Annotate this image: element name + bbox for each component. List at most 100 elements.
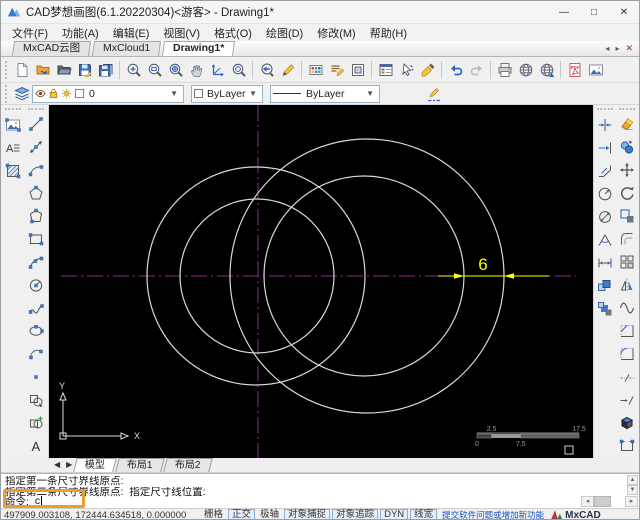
offset-button[interactable] [617, 229, 638, 250]
doc-tab-MxCAD云图[interactable]: MxCAD云图 [12, 41, 91, 56]
redo-button[interactable] [466, 59, 487, 80]
matchprop-button[interactable] [417, 59, 438, 80]
polyline2-button[interactable] [25, 206, 46, 227]
dim-radius-button[interactable] [595, 183, 616, 204]
ellipse-button[interactable] [25, 320, 46, 341]
scroll-up-icon[interactable]: ▲ [627, 475, 638, 485]
layer-on-icon[interactable] [35, 88, 46, 99]
tab-scroll-left-icon[interactable]: ◂ [602, 44, 612, 53]
scrollbar-track[interactable] [611, 496, 625, 507]
menu-item-2[interactable]: 编辑(E) [106, 25, 157, 41]
scale-button[interactable] [617, 206, 638, 227]
chevron-down-icon[interactable]: ▼ [246, 89, 260, 98]
trim-button[interactable] [595, 114, 616, 135]
arc-button[interactable] [25, 160, 46, 181]
toolbar-drag-handle[interactable] [5, 108, 21, 112]
status-toggle-栅格[interactable]: 栅格 [201, 509, 226, 520]
new-file-button[interactable] [11, 59, 32, 80]
scroll-right-icon[interactable]: ▸ [625, 496, 638, 507]
toolbar-drag-handle[interactable] [619, 108, 635, 112]
open-folder-button[interactable] [53, 59, 74, 80]
toolbar-drag-handle[interactable] [5, 85, 9, 103]
command-hscrollbar[interactable]: ◂ ▸ [581, 496, 638, 507]
layer-manager-button[interactable] [375, 59, 396, 80]
status-toggle-对象追踪[interactable]: 对象追踪 [332, 509, 378, 520]
polygon-button[interactable] [25, 183, 46, 204]
status-toggle-对象捕捉[interactable]: 对象捕捉 [284, 509, 330, 520]
draw-2d-button[interactable] [277, 59, 298, 80]
point-button[interactable] [25, 366, 46, 387]
tab-close-icon[interactable]: ✕ [622, 43, 636, 54]
fillet-box-button[interactable] [617, 343, 638, 364]
revcloud-button[interactable] [25, 343, 46, 364]
menu-item-1[interactable]: 功能(A) [55, 25, 106, 41]
layer-freeze-icon[interactable] [61, 88, 72, 99]
layer-lock-icon[interactable] [48, 88, 59, 99]
undo-button[interactable] [445, 59, 466, 80]
print-button[interactable] [494, 59, 515, 80]
mirror-button[interactable] [617, 275, 638, 296]
array-button[interactable] [617, 252, 638, 273]
spline-button[interactable] [25, 298, 46, 319]
feedback-link[interactable]: 提交软件问题或增加新功能 [442, 509, 544, 520]
zoom-object-button[interactable] [228, 59, 249, 80]
command-vscrollbar[interactable]: ▲ ▼ [627, 475, 638, 495]
layout-tab-模型[interactable]: 模型 [74, 458, 117, 472]
web-button[interactable] [515, 59, 536, 80]
rotate-button[interactable] [617, 183, 638, 204]
doc-tab-MxCloud1[interactable]: MxCloud1 [92, 41, 161, 56]
scrollbar-thumb[interactable] [594, 496, 611, 507]
menu-item-7[interactable]: 帮助(H) [363, 25, 414, 41]
dim-linear-button[interactable] [595, 252, 616, 273]
copy-entity-button[interactable] [25, 389, 46, 410]
minimize-button[interactable]: — [549, 1, 579, 23]
zoom-in-button[interactable] [123, 59, 144, 80]
toolbar-drag-handle[interactable] [5, 61, 9, 79]
scale2-button[interactable] [595, 298, 616, 319]
save-all-button[interactable] [95, 59, 116, 80]
mtext-button[interactable]: A [2, 137, 23, 158]
save-button[interactable] [74, 59, 95, 80]
doc-tab-Drawing1*[interactable]: Drawing1* [162, 41, 235, 56]
box3d-button[interactable] [617, 412, 638, 433]
stretch-button[interactable] [595, 275, 616, 296]
menu-item-3[interactable]: 视图(V) [156, 25, 207, 41]
layer-combo[interactable]: 0 ▼ [32, 85, 184, 103]
pdf-button[interactable]: PDF [564, 59, 585, 80]
arc3-button[interactable] [25, 252, 46, 273]
toolbar-drag-handle[interactable] [28, 108, 44, 112]
circle-button[interactable] [25, 275, 46, 296]
xline-button[interactable] [25, 137, 46, 158]
pedit-button[interactable] [617, 435, 638, 456]
layer-manager-button[interactable] [11, 83, 32, 104]
status-toggle-线宽[interactable]: 线宽 [410, 509, 437, 520]
command-input-line[interactable]: 命令: c [5, 495, 42, 507]
zoom-prev-button[interactable] [256, 59, 277, 80]
status-toggle-正交[interactable]: 正交 [228, 509, 255, 520]
erase-button[interactable] [617, 114, 638, 135]
text-style-button[interactable] [326, 59, 347, 80]
hatch-button[interactable] [2, 160, 23, 181]
dim-diameter-button[interactable] [595, 206, 616, 227]
status-toggle-DYN[interactable]: DYN [380, 509, 408, 520]
chevron-down-icon[interactable]: ▼ [167, 89, 181, 98]
break-button[interactable] [617, 389, 638, 410]
chamfer-box-button[interactable] [617, 320, 638, 341]
command-window[interactable]: 指定第一条尺寸界线原点:指定第二条尺寸界线原点: 指定尺寸线位置: 命令: c … [1, 473, 639, 508]
maximize-button[interactable]: □ [579, 1, 609, 23]
rectangle-button[interactable] [25, 229, 46, 250]
curve-button[interactable] [617, 298, 638, 319]
line-button[interactable] [25, 114, 46, 135]
linear-dimension[interactable]: 6 [438, 255, 549, 279]
image-button[interactable] [585, 59, 606, 80]
color-combo[interactable]: ByLayer ▼ [191, 85, 263, 103]
web-upload-button[interactable] [536, 59, 557, 80]
menu-item-5[interactable]: 绘图(D) [259, 25, 310, 41]
layout-tab-布局1[interactable]: 布局1 [116, 458, 165, 472]
menu-item-0[interactable]: 文件(F) [5, 25, 55, 41]
status-toggle-极轴[interactable]: 极轴 [257, 509, 282, 520]
close-button[interactable]: ✕ [609, 1, 639, 23]
layer-box-button[interactable] [347, 59, 368, 80]
scroll-left-icon[interactable]: ◂ [581, 496, 594, 507]
layout-tab-布局2[interactable]: 布局2 [163, 458, 212, 472]
